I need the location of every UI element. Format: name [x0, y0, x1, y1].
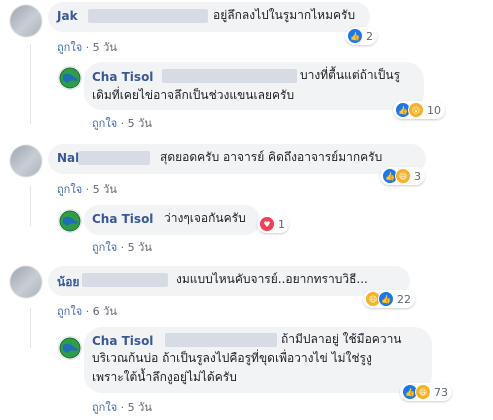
reply-meta: ถูกใจ · 5 วัน — [92, 398, 152, 416]
comment-author[interactable]: Nal — [57, 151, 79, 165]
haha-reaction-icon: 😆 — [395, 168, 411, 184]
reply-text-line-2: เดิมที่เคยไข่อาจลึกเป็นช่วงแขนเลยครับ — [92, 88, 295, 102]
reply-author[interactable]: Cha Tisol — [92, 70, 153, 84]
separator: · — [85, 183, 93, 196]
comment-text: งมแบบไหนคับจารย์..อยากทราบวิธี... — [176, 272, 368, 286]
like-reaction-icon: 👍 — [347, 28, 363, 44]
reply-text-line-2: บริเวณก้นบ่อ ถ้าเป็นรูลงไปคือรูที่ขุดเพื… — [92, 351, 372, 365]
comment-time[interactable]: 5 วัน — [93, 41, 117, 54]
separator: · — [85, 41, 93, 54]
reply-time[interactable]: 5 วัน — [128, 241, 152, 254]
reply-text-line-3: เพราะใต้น้ำลึกงูอยู่ไม่ได้ครับ — [92, 370, 237, 384]
like-reaction-icon: 👍 — [378, 291, 394, 307]
thread-line — [30, 186, 31, 226]
reply-time[interactable]: 5 วัน — [128, 117, 152, 130]
reaction-count: 10 — [427, 103, 441, 117]
reaction-summary[interactable]: ♥ 1 — [257, 215, 289, 233]
love-reaction-icon: ♥ — [259, 216, 275, 232]
reply-author[interactable]: Cha Tisol — [92, 212, 153, 226]
separator: · — [120, 117, 128, 130]
redacted-name — [162, 69, 297, 83]
redacted-name — [82, 273, 168, 287]
like-link[interactable]: ถูกใจ — [57, 305, 82, 318]
commenter-avatar[interactable] — [10, 266, 42, 298]
like-link[interactable]: ถูกใจ — [92, 117, 117, 130]
globe-logo-icon — [59, 337, 81, 359]
reaction-summary[interactable]: 👍 2 — [345, 27, 377, 45]
replier-avatar[interactable] — [58, 209, 82, 233]
comment-author[interactable]: น้อย — [57, 273, 79, 292]
thread-line — [30, 308, 31, 348]
reply-text-line-1: บางที่ตื้นแต่ถ้าเป็นรู — [300, 68, 401, 82]
comment-time[interactable]: 6 วัน — [93, 305, 117, 318]
comment-meta: ถูกใจ · 5 วัน — [57, 180, 117, 198]
reply-meta: ถูกใจ · 5 วัน — [92, 238, 152, 256]
separator: · — [85, 305, 93, 318]
wow-reaction-icon: 😮 — [408, 102, 424, 118]
reaction-summary[interactable]: 👍 😮 10 — [393, 101, 445, 119]
reaction-summary[interactable]: 👍 😆 73 — [400, 383, 452, 401]
comment-text: อยู่ลึกลงไปในรูมากไหมครับ — [213, 8, 356, 22]
reaction-count: 3 — [414, 169, 421, 183]
replier-avatar[interactable] — [58, 66, 82, 90]
like-link[interactable]: ถูกใจ — [57, 41, 82, 54]
comment-time[interactable]: 5 วัน — [93, 183, 117, 196]
redacted-name — [88, 9, 208, 23]
reaction-count: 1 — [278, 217, 285, 231]
separator: · — [120, 241, 128, 254]
redacted-name — [78, 151, 150, 165]
comment-meta: ถูกใจ · 5 วัน — [57, 38, 117, 56]
globe-logo-icon — [59, 67, 81, 89]
globe-logo-icon — [59, 210, 81, 232]
commenter-avatar[interactable] — [10, 145, 42, 177]
comment-text: สุดยอดครับ อาจารย์ คิดถึงอาจารย์มากครับ — [160, 150, 383, 164]
like-link[interactable]: ถูกใจ — [92, 401, 117, 414]
thread-line — [30, 44, 31, 124]
redacted-name — [165, 333, 277, 347]
haha-reaction-icon: 😆 — [415, 384, 431, 400]
separator: · — [120, 401, 128, 414]
reply-meta: ถูกใจ · 5 วัน — [92, 114, 152, 132]
reaction-count: 73 — [434, 385, 448, 399]
replier-avatar[interactable] — [58, 336, 82, 360]
reaction-summary[interactable]: 😆 👍 22 — [363, 290, 415, 308]
reaction-summary[interactable]: 👍 😆 3 — [380, 167, 425, 185]
reply-time[interactable]: 5 วัน — [128, 401, 152, 414]
reply-text: ว่างๆเจอกันครับ — [164, 211, 246, 225]
commenter-avatar[interactable] — [10, 5, 42, 37]
reply-author[interactable]: Cha Tisol — [92, 334, 153, 348]
like-link[interactable]: ถูกใจ — [57, 183, 82, 196]
like-link[interactable]: ถูกใจ — [92, 241, 117, 254]
reaction-count: 2 — [366, 29, 373, 43]
comment-author[interactable]: Jak — [57, 9, 78, 23]
reaction-count: 22 — [397, 292, 411, 306]
reply-text-line-1: ถ้ามีปลาอยู่ ใช้มือควาน — [281, 332, 402, 346]
comment-meta: ถูกใจ · 6 วัน — [57, 302, 117, 320]
